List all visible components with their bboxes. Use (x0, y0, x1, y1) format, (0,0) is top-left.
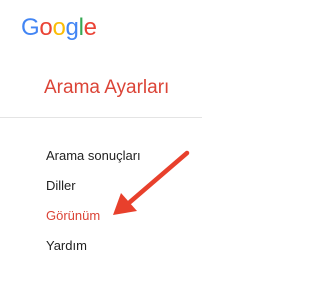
nav-item-search-results[interactable]: Arama sonuçları (46, 147, 141, 165)
arrow-head (113, 193, 137, 215)
divider (0, 117, 202, 118)
logo-letter: G (21, 14, 40, 41)
settings-page: Google Arama Ayarları Arama sonuçları Di… (0, 0, 202, 298)
logo-letter: o (39, 14, 53, 41)
nav-item-appearance[interactable]: Görünüm (46, 207, 100, 225)
nav-item-help[interactable]: Yardım (46, 237, 87, 255)
logo-letter: e (83, 14, 97, 41)
page-title: Arama Ayarları (44, 77, 170, 98)
nav-item-languages[interactable]: Diller (46, 177, 76, 195)
logo-letter: g (65, 14, 79, 41)
logo-letter: o (52, 14, 66, 41)
google-logo[interactable]: Google (21, 14, 97, 42)
